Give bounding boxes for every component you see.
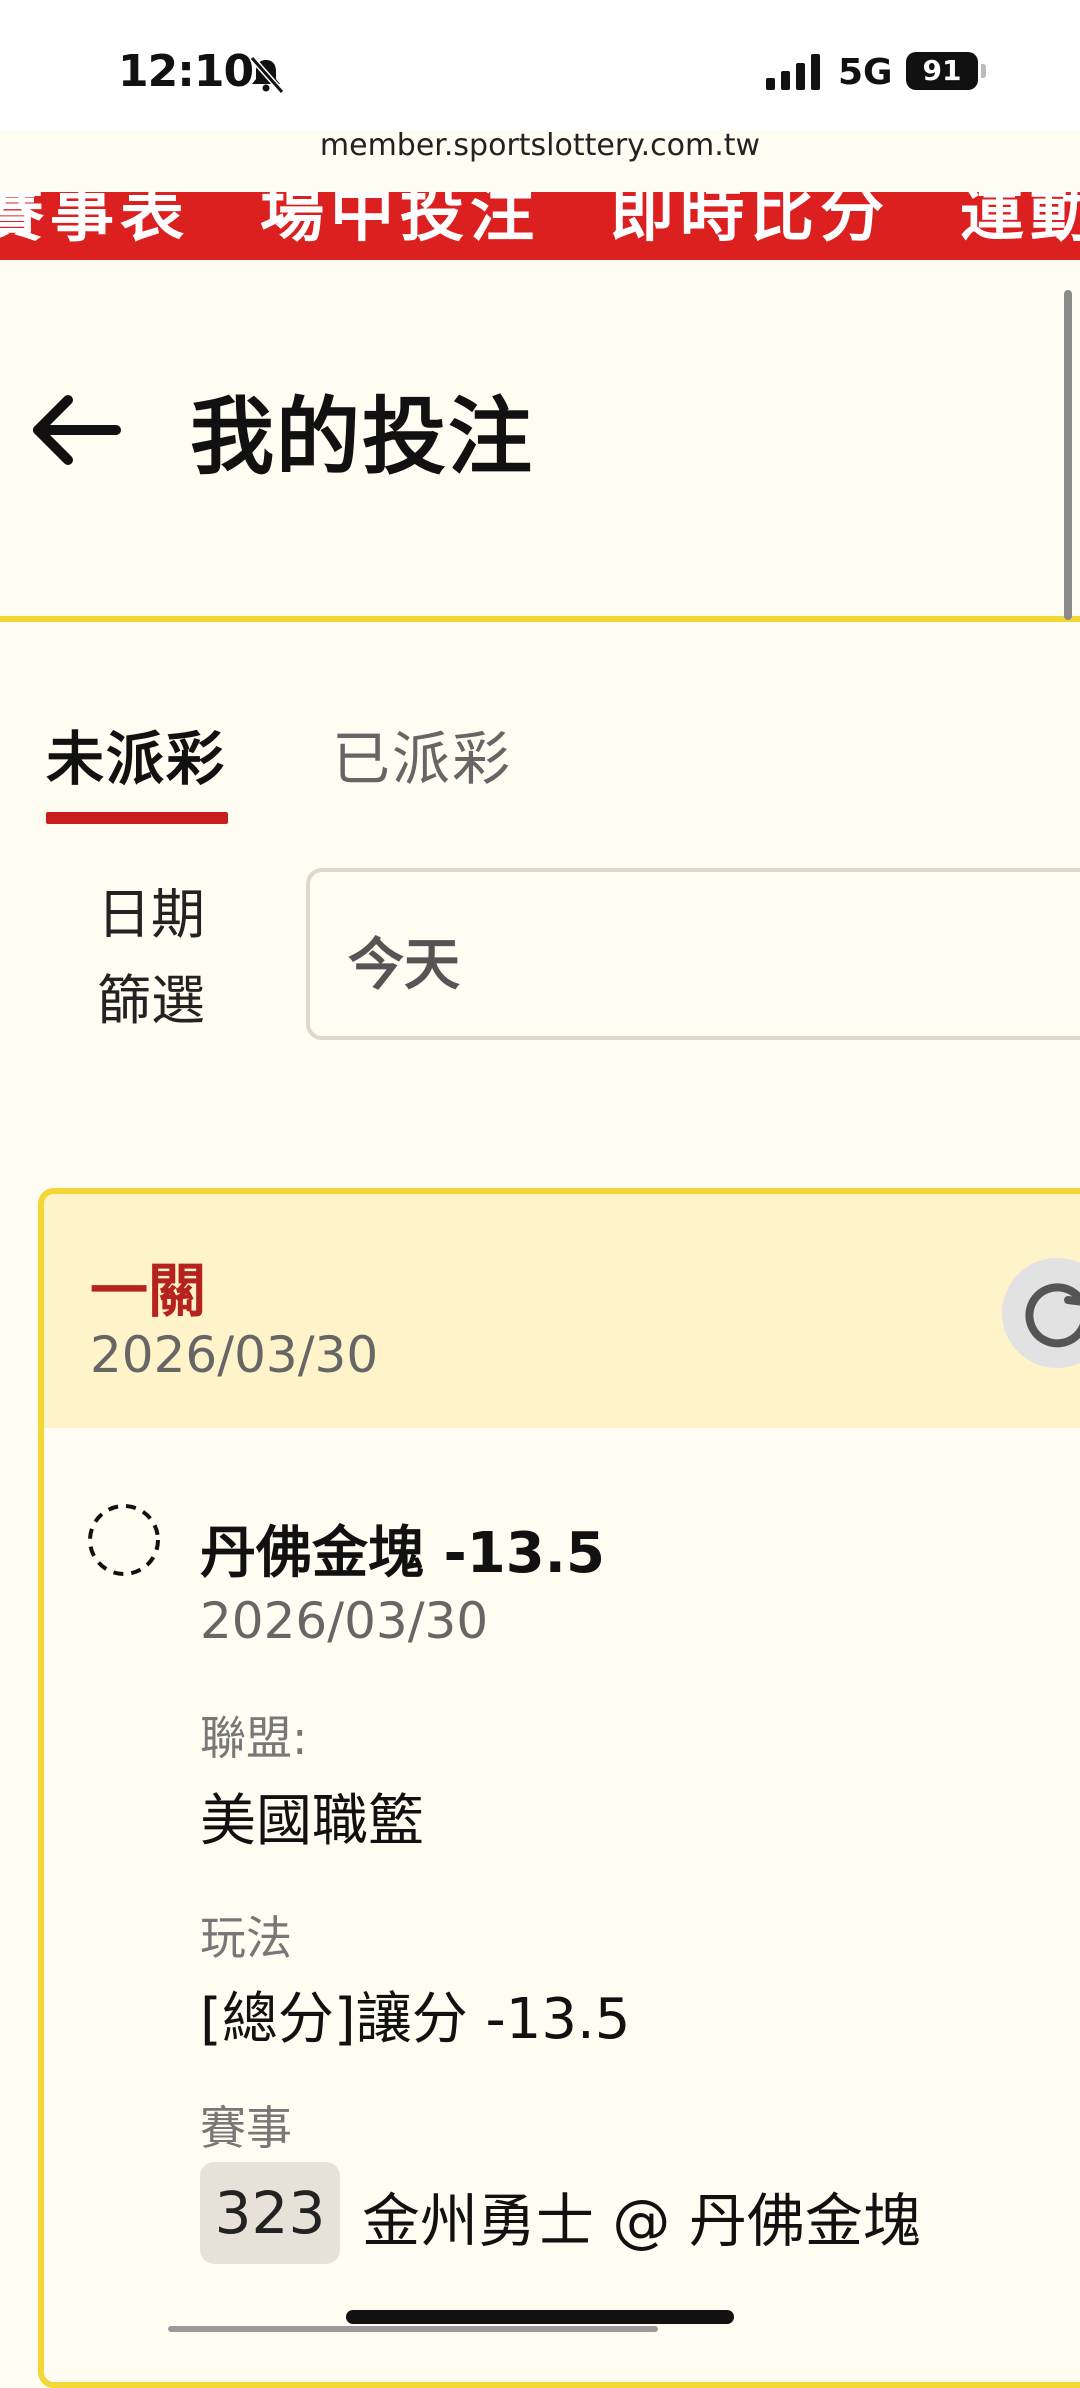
- url-bar[interactable]: member.sportslottery.com.tw: [0, 128, 1080, 163]
- bet-selection: 丹佛金塊 -13.5: [200, 1521, 605, 1586]
- battery-level: 91: [906, 52, 978, 90]
- back-arrow-icon[interactable]: [28, 390, 124, 470]
- selection-date: 2026/03/30: [200, 1592, 489, 1650]
- horizontal-scrollbar[interactable]: [168, 2326, 658, 2332]
- date-filter-select[interactable]: 今天: [306, 868, 1080, 1040]
- league-label: 聯盟:: [200, 1711, 308, 1765]
- nav-ticker[interactable]: 賽事表 場中投注 即時比分 運動: [0, 192, 1080, 260]
- league-value: 美國職籃: [200, 1789, 424, 1854]
- market-label: 玩法: [200, 1911, 292, 1965]
- bet-card: 一關 2026/03/30 丹佛金塊 -13.5 2026/03/30 聯盟: …: [38, 1188, 1080, 2388]
- scrollbar[interactable]: [1064, 290, 1072, 620]
- active-tab-indicator: [46, 812, 228, 824]
- date-filter-label: 日期 篩選: [97, 883, 205, 1032]
- status-bar: 12:10 5G 91 member.sportslottery.com.tw: [0, 0, 1080, 163]
- event-matchup: 金州勇士 @ 丹佛金塊: [362, 2187, 921, 2255]
- pending-status-icon: [88, 1504, 160, 1576]
- page-header: 我的投注: [0, 260, 1080, 622]
- bell-muted-icon: [249, 56, 285, 94]
- bet-date: 2026/03/30: [90, 1326, 379, 1384]
- date-filter-value: 今天: [348, 933, 460, 998]
- tab-bar: 未派彩 已派彩: [0, 640, 1080, 830]
- refresh-button[interactable]: [1002, 1258, 1080, 1368]
- cellular-signal-icon: [766, 54, 820, 90]
- tab-settled[interactable]: 已派彩: [332, 712, 512, 796]
- ticker-text: 賽事表 場中投注 即時比分 運動: [0, 192, 1080, 251]
- bet-card-header: 一關 2026/03/30: [44, 1194, 1080, 1428]
- home-indicator[interactable]: [346, 2310, 734, 2324]
- event-label: 賽事: [200, 2101, 292, 2155]
- network-type: 5G: [838, 52, 893, 93]
- refresh-icon: [1025, 1283, 1080, 1348]
- status-time: 12:10: [118, 46, 254, 97]
- bet-type: 一關: [90, 1257, 207, 1325]
- market-value: [總分]讓分 -13.5: [200, 1987, 631, 2052]
- page-title: 我的投注: [190, 388, 535, 486]
- tab-unsettled[interactable]: 未派彩: [46, 712, 226, 796]
- game-number-badge: 323: [200, 2162, 340, 2264]
- battery-icon: 91: [906, 52, 986, 90]
